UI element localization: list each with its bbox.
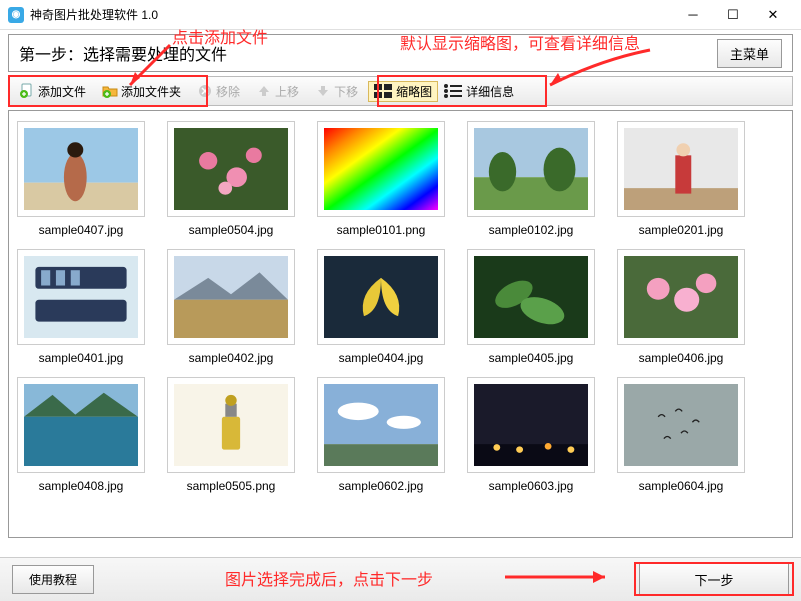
add-folder-button[interactable]: 添加文件夹 [96,81,187,102]
file-item[interactable]: sample0402.jpg [167,249,295,365]
step-title: 第一步：选择需要处理的文件 [19,41,717,65]
file-item[interactable]: sample0405.jpg [467,249,595,365]
file-name: sample0401.jpg [17,351,145,365]
next-button[interactable]: 下一步 [639,563,789,596]
file-item[interactable]: sample0505.png [167,377,295,493]
file-name: sample0504.jpg [167,223,295,237]
thumbnail [17,249,145,345]
file-item[interactable]: sample0407.jpg [17,121,145,237]
file-item[interactable]: sample0404.jpg [317,249,445,365]
thumbnail [167,377,295,473]
file-item[interactable]: sample0408.jpg [17,377,145,493]
add-folder-icon [102,83,118,99]
file-name: sample0402.jpg [167,351,295,365]
arrow-down-icon [315,83,331,99]
file-item[interactable]: sample0604.jpg [617,377,745,493]
arrow-up-icon [256,83,272,99]
thumbnail [467,249,595,345]
file-item[interactable]: sample0603.jpg [467,377,595,493]
move-down-button[interactable]: 下移 [309,81,364,102]
tutorial-button[interactable]: 使用教程 [12,565,94,594]
remove-button[interactable]: 移除 [191,81,246,102]
thumbnail [617,377,745,473]
file-name: sample0102.jpg [467,223,595,237]
toolbar: 添加文件 添加文件夹 移除 上移 下移 缩略图 详细信息 [8,76,793,106]
remove-label: 移除 [216,83,240,100]
close-button[interactable]: ✕ [753,1,793,29]
add-folder-label: 添加文件夹 [121,83,181,100]
file-item[interactable]: sample0102.jpg [467,121,595,237]
thumbnail [17,377,145,473]
move-up-button[interactable]: 上移 [250,81,305,102]
main-menu-button[interactable]: 主菜单 [717,39,782,68]
app-icon: ◉ [8,7,24,23]
remove-icon [197,83,213,99]
thumbnail [617,249,745,345]
file-item[interactable]: sample0401.jpg [17,249,145,365]
thumbnail [167,121,295,217]
titlebar: ◉ 神奇图片批处理软件 1.0 ─ ☐ ✕ [0,0,801,30]
thumbnail [317,377,445,473]
move-up-label: 上移 [275,83,299,100]
file-name: sample0603.jpg [467,479,595,493]
file-name: sample0201.jpg [617,223,745,237]
file-item[interactable]: sample0406.jpg [617,249,745,365]
thumbnail [617,121,745,217]
file-name: sample0101.png [317,223,445,237]
thumbnail [317,249,445,345]
file-list-area[interactable]: sample0407.jpg sample0504.jpg sample0101.p… [8,110,793,538]
app-title: 神奇图片批处理软件 1.0 [30,6,673,23]
thumbnail [317,121,445,217]
file-name: sample0405.jpg [467,351,595,365]
list-icon [444,84,462,98]
thumbnail [17,121,145,217]
file-name: sample0404.jpg [317,351,445,365]
file-name: sample0602.jpg [317,479,445,493]
file-item[interactable]: sample0201.jpg [617,121,745,237]
file-name: sample0406.jpg [617,351,745,365]
thumbnail [167,249,295,345]
file-item[interactable]: sample0504.jpg [167,121,295,237]
detail-view-label: 详细信息 [466,83,514,100]
add-file-label: 添加文件 [38,83,86,100]
grid-icon [374,84,392,98]
step-header: 第一步：选择需要处理的文件 主菜单 [8,34,793,72]
thumbnail-view-button[interactable]: 缩略图 [368,81,438,102]
thumbnail [467,121,595,217]
thumbnail-view-label: 缩略图 [396,83,432,100]
footer: 使用教程 下一步 [0,557,801,601]
file-name: sample0505.png [167,479,295,493]
file-item[interactable]: sample0101.png [317,121,445,237]
minimize-button[interactable]: ─ [673,1,713,29]
maximize-button[interactable]: ☐ [713,1,753,29]
detail-view-button[interactable]: 详细信息 [438,81,520,102]
file-name: sample0604.jpg [617,479,745,493]
add-file-button[interactable]: 添加文件 [13,81,92,102]
file-name: sample0407.jpg [17,223,145,237]
file-item[interactable]: sample0602.jpg [317,377,445,493]
file-name: sample0408.jpg [17,479,145,493]
add-file-icon [19,83,35,99]
move-down-label: 下移 [334,83,358,100]
thumbnail [467,377,595,473]
